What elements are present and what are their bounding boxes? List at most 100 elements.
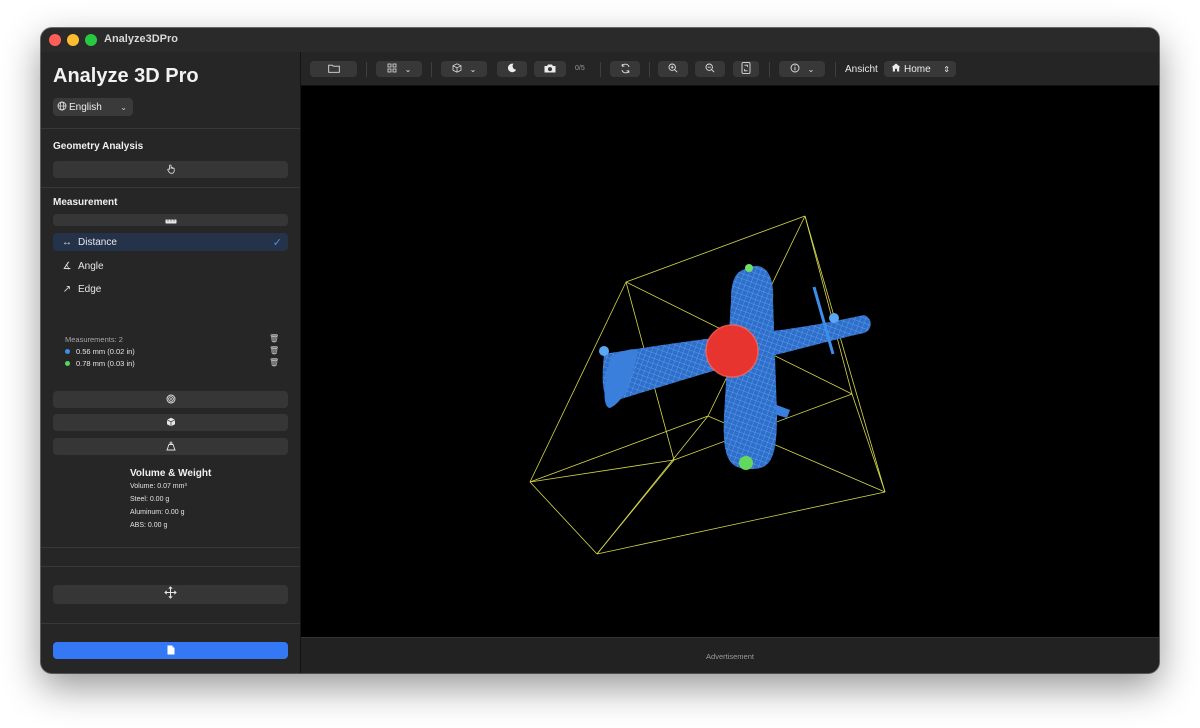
divider xyxy=(41,566,300,567)
measurement-value: 0.56 mm (0.02 in) xyxy=(76,347,135,356)
geometry-analysis-heading: Geometry Analysis xyxy=(53,141,144,152)
zoom-in-icon xyxy=(668,63,678,75)
3d-viewport[interactable] xyxy=(301,86,1159,637)
title-bar: Analyze3DPro xyxy=(41,28,1159,53)
trash-icon[interactable]: 🗑 xyxy=(269,346,279,355)
sidebar: Analyze 3D Pro English ⌄ Geometry Analys… xyxy=(41,52,301,673)
zoom-out-icon xyxy=(705,63,715,75)
fit-to-view-button[interactable] xyxy=(733,61,759,77)
view-select-label: Home xyxy=(904,63,931,75)
dark-mode-button[interactable] xyxy=(497,61,527,77)
separator xyxy=(769,62,770,77)
chevron-down-icon: ⌄ xyxy=(469,64,477,74)
move-arrows-icon xyxy=(164,585,177,604)
separator xyxy=(366,62,367,77)
mode-angle-label: Angle xyxy=(78,260,104,272)
rotate-icon xyxy=(620,63,631,76)
abs-weight: ABS: 0.00 g xyxy=(130,522,168,529)
chevron-down-icon: ⌄ xyxy=(120,102,127,112)
house-icon xyxy=(891,63,901,75)
view-select[interactable]: Home ⇕ xyxy=(884,61,956,77)
measurement-item: 0.78 mm (0.03 in) xyxy=(65,358,275,369)
mode-edge-label: Edge xyxy=(78,283,102,295)
screenshot-count: 0/5 xyxy=(575,65,585,72)
weight-button[interactable] xyxy=(53,438,288,455)
aluminum-weight: Aluminum: 0.00 g xyxy=(130,509,185,516)
airplane-model xyxy=(602,265,871,470)
trash-icon[interactable]: 🗑 xyxy=(269,358,279,367)
double-arrow-icon: ↔ xyxy=(62,236,72,248)
measurements-count: Measurements: 2 xyxy=(65,335,123,344)
grid-icon xyxy=(387,63,397,75)
model-scene xyxy=(529,215,886,555)
mode-edge[interactable]: ↗ Edge xyxy=(53,280,288,298)
target-button[interactable] xyxy=(53,391,288,408)
fit-screen-icon xyxy=(741,62,751,76)
cube-button[interactable] xyxy=(53,414,288,431)
mode-distance[interactable]: ↔ Distance ✓ xyxy=(53,233,288,251)
cube-icon xyxy=(452,63,462,75)
divider xyxy=(41,547,300,548)
display-mode-button[interactable]: ⌄ xyxy=(441,61,487,77)
cube-icon xyxy=(166,414,176,432)
info-icon xyxy=(790,63,800,75)
moon-icon xyxy=(507,63,517,75)
ruler-button[interactable] xyxy=(53,214,288,226)
measurement-point-green xyxy=(739,456,753,470)
target-icon xyxy=(166,391,176,409)
measurement-point-blue xyxy=(599,346,609,356)
screenshot-button[interactable] xyxy=(534,61,566,77)
separator xyxy=(649,62,650,77)
layout-menu-button[interactable]: ⌄ xyxy=(376,61,422,77)
window-title: Analyze3DPro xyxy=(104,33,178,45)
select-geometry-button[interactable] xyxy=(53,161,288,178)
document-icon xyxy=(167,642,175,660)
info-menu-button[interactable]: ⌄ xyxy=(779,61,825,77)
measurement-item: 0.56 mm (0.02 in) xyxy=(65,346,275,357)
chevron-down-icon: ⌄ xyxy=(807,64,815,74)
checkmark-icon: ✓ xyxy=(272,236,282,249)
app-window: Analyze3DPro Analyze 3D Pro English ⌄ Ge… xyxy=(41,28,1159,673)
angle-icon: ∡ xyxy=(62,260,72,272)
divider xyxy=(41,623,300,624)
separator xyxy=(835,62,836,77)
language-select[interactable]: English ⌄ xyxy=(53,98,133,116)
divider xyxy=(41,187,300,188)
measurement-color-dot xyxy=(65,349,70,354)
zoom-window-button[interactable] xyxy=(85,34,97,46)
zoom-in-button[interactable] xyxy=(658,61,688,77)
volume-value: Volume: 0.07 mm³ xyxy=(130,483,187,490)
move-button[interactable] xyxy=(53,585,288,604)
toolbar: ⌄ ⌄ 0/5 ⌄ Ansicht Home ⇕ xyxy=(301,52,1159,86)
minimize-window-button[interactable] xyxy=(67,34,79,46)
steel-weight: Steel: 0.00 g xyxy=(130,496,170,503)
measurement-point-green xyxy=(745,264,753,272)
globe-icon xyxy=(57,101,67,114)
trash-all-icon[interactable]: 🗑 xyxy=(269,334,279,343)
measurement-value: 0.78 mm (0.03 in) xyxy=(76,359,135,368)
zoom-out-button[interactable] xyxy=(695,61,725,77)
measurement-heading: Measurement xyxy=(53,197,118,208)
volume-weight-title: Volume & Weight xyxy=(130,468,212,479)
bounding-box xyxy=(529,215,886,555)
hand-pointer-icon xyxy=(166,161,176,179)
advertisement-bar: Advertisement xyxy=(301,637,1159,673)
mode-angle[interactable]: ∡ Angle xyxy=(53,257,288,275)
folder-icon xyxy=(327,64,340,75)
open-file-button[interactable] xyxy=(310,61,357,77)
view-label: Ansicht xyxy=(845,64,878,75)
separator xyxy=(600,62,601,77)
ruler-icon xyxy=(165,211,177,229)
mode-distance-label: Distance xyxy=(78,236,117,248)
scale-weight-icon xyxy=(165,438,176,456)
advertisement-label: Advertisement xyxy=(706,651,754,661)
close-window-button[interactable] xyxy=(49,34,61,46)
camera-icon xyxy=(544,64,556,75)
language-label: English xyxy=(69,101,102,113)
app-title: Analyze 3D Pro xyxy=(53,65,199,87)
divider xyxy=(41,128,300,129)
reset-rotation-button[interactable] xyxy=(610,61,640,77)
diagonal-arrow-icon: ↗ xyxy=(62,283,72,295)
chevron-down-icon: ⌄ xyxy=(404,64,412,74)
export-report-button[interactable] xyxy=(53,642,288,659)
